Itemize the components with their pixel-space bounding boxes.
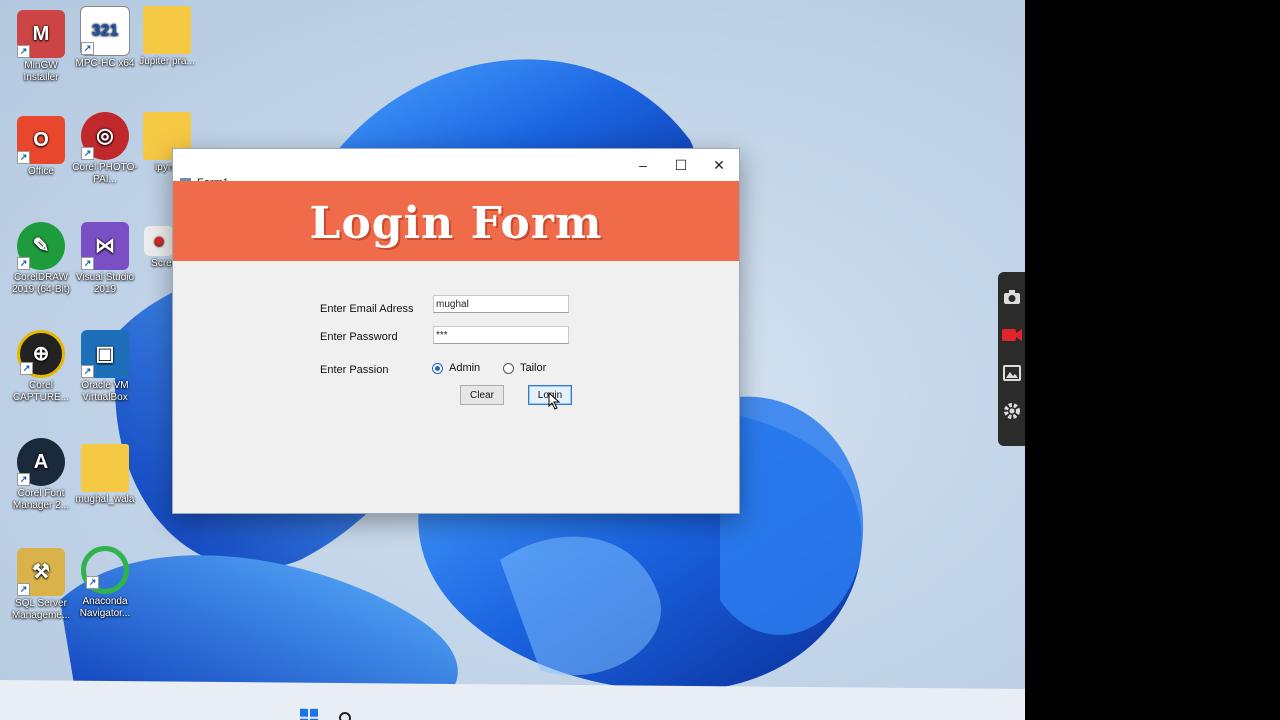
title-bar[interactable]: Form1 – ☐ ✕ xyxy=(173,149,739,189)
password-field[interactable] xyxy=(433,326,569,344)
radio-tailor[interactable]: Tailor xyxy=(503,362,546,374)
desktop-icon-corel-font-manager[interactable]: A ↗ Corel Font Manager 2... xyxy=(8,438,74,512)
font-icon: A ↗ xyxy=(17,438,65,486)
radio-admin-label: Admin xyxy=(449,362,481,374)
folder-icon xyxy=(143,6,191,54)
virtualbox-icon: ▣ ↗ xyxy=(81,330,129,378)
desktop-icon-visual-studio[interactable]: ⋈ ↗ Visual Studio 2019 xyxy=(72,222,138,296)
windows-start-icon[interactable] xyxy=(300,708,318,720)
recording-tool-panel xyxy=(998,272,1025,446)
email-label: Enter Email Adress xyxy=(320,303,414,315)
desktop-icon-mingw[interactable]: M ↗ MinGW Installer xyxy=(8,10,74,84)
desktop-icon-virtualbox[interactable]: ▣ ↗ Oracle VM VirtualBox xyxy=(72,330,138,404)
capture-icon: ⊕ ↗ xyxy=(17,330,65,378)
email-field[interactable] xyxy=(433,295,569,313)
camera-icon: ◎ ↗ xyxy=(81,112,129,160)
gallery-icon[interactable] xyxy=(1002,363,1022,383)
close-button[interactable]: ✕ xyxy=(700,149,738,181)
banner: Login Form xyxy=(173,181,739,261)
desktop-icon-sql-server[interactable]: ⚒ ↗ SQL Server Manageme... xyxy=(8,548,74,622)
mouse-cursor-icon xyxy=(548,392,561,410)
maximize-button[interactable]: ☐ xyxy=(662,149,700,181)
anaconda-icon: ↗ xyxy=(81,546,129,594)
radio-tailor-label: Tailor xyxy=(520,362,547,374)
password-label: Enter Password xyxy=(320,331,398,343)
folder-icon xyxy=(81,444,129,492)
pen-nib-icon: ✎ ↗ xyxy=(17,222,65,270)
search-icon[interactable] xyxy=(338,711,354,720)
desktop-icon-jupiter[interactable]: Jupiter pra... xyxy=(134,6,200,68)
sql-tools-icon: ⚒ ↗ xyxy=(17,548,65,596)
radio-tailor-indicator[interactable] xyxy=(503,362,514,374)
desktop-icon-mpc[interactable]: 321 ↗ MPC-HC x64 xyxy=(72,6,138,70)
media-player-icon: 321 ↗ xyxy=(80,6,130,56)
desktop-icon-anaconda[interactable]: ↗ Anaconda Navigator... xyxy=(72,546,138,620)
office-icon: O ↗ xyxy=(17,116,65,164)
camera-icon[interactable] xyxy=(1002,287,1022,307)
gear-icon[interactable] xyxy=(1002,401,1022,421)
desktop-icon-corel-photopaint[interactable]: ◎ ↗ Corel PHOTO-PAI... xyxy=(72,112,138,186)
banner-title: Login Form xyxy=(309,197,603,249)
record-icon: ● xyxy=(144,226,174,256)
desktop-icon-office[interactable]: O ↗ Office xyxy=(8,116,74,178)
login-form-window: Form1 – ☐ ✕ Login Form Enter Email Adres… xyxy=(172,148,740,514)
desktop-icon-mughal-wala[interactable]: mughal_wala xyxy=(72,444,138,506)
clear-button[interactable]: Clear xyxy=(460,385,504,405)
minimize-button[interactable]: – xyxy=(624,149,662,181)
desktop: M ↗ MinGW Installer 321 ↗ MPC-HC x64 Jupit… xyxy=(0,0,1025,720)
installer-icon: M ↗ xyxy=(17,10,65,58)
radio-admin[interactable]: Admin xyxy=(432,362,480,374)
radio-admin-indicator[interactable] xyxy=(432,362,443,374)
desktop-icon-coreldraw[interactable]: ✎ ↗ CorelDRAW 2019 (64-Bit) xyxy=(8,222,74,296)
visual-studio-icon: ⋈ ↗ xyxy=(81,222,129,270)
passion-label: Enter Passion xyxy=(320,364,389,376)
video-record-icon[interactable] xyxy=(1001,325,1022,345)
desktop-icon-corel-capture[interactable]: ⊕ ↗ Corel CAPTURE... xyxy=(8,330,74,404)
